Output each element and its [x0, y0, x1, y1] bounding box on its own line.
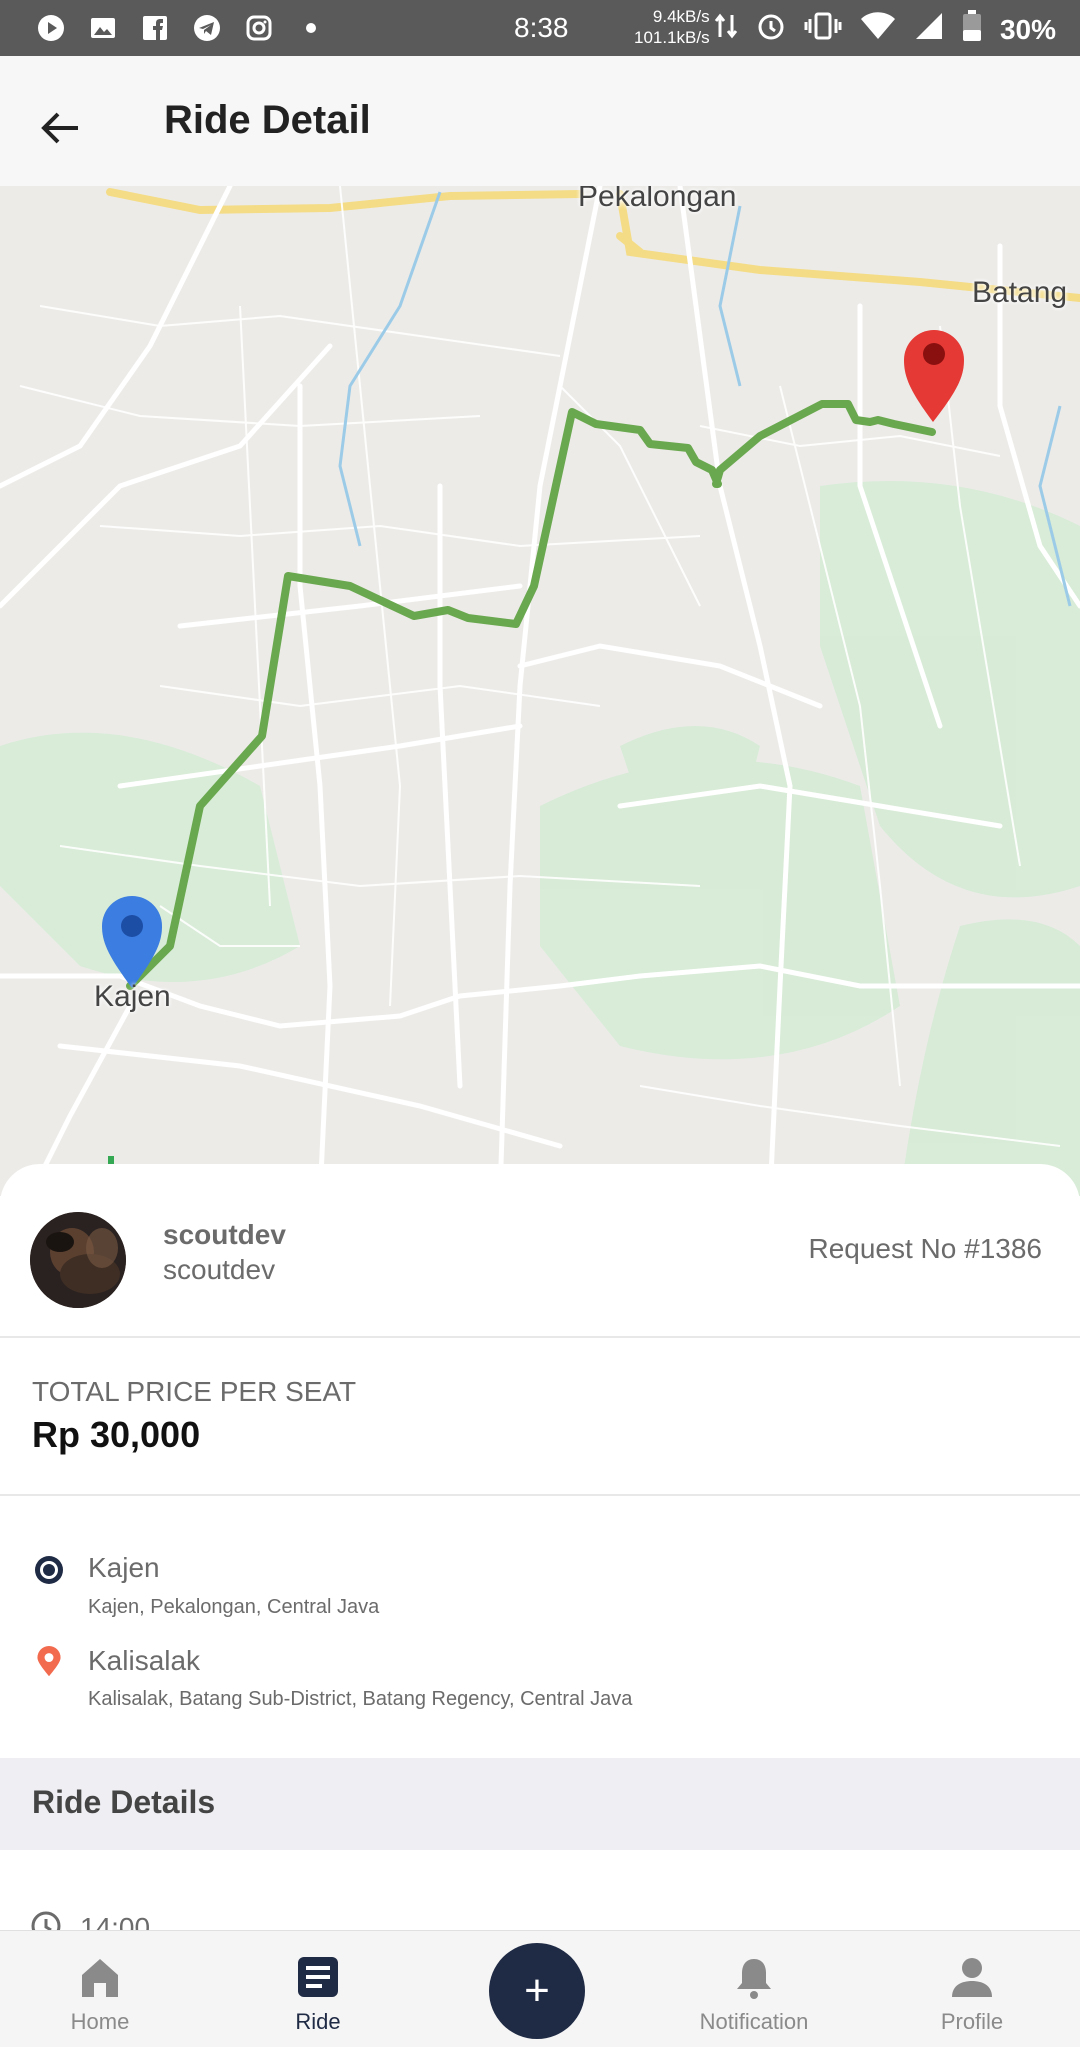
clock-time: 8:38: [514, 12, 569, 43]
avatar[interactable]: [30, 1212, 126, 1308]
driver-row: scoutdev scoutdev Request No #1386: [0, 1164, 1080, 1338]
net-up: 9.4kB/s: [652, 7, 710, 26]
battery-icon: [962, 10, 982, 49]
driver-username: scoutdev: [163, 1254, 276, 1285]
request-number: Request No #1386: [808, 1233, 1042, 1264]
nav-ride[interactable]: Ride: [278, 1931, 358, 2047]
nav-label: Profile: [940, 2009, 1004, 2034]
alarm-icon: [756, 11, 786, 48]
location-address: Kalisalak, Batang Sub-District, Batang R…: [88, 1688, 633, 1710]
map-label-pekalongan: Pekalongan: [578, 186, 737, 213]
image-icon: [88, 13, 118, 43]
location-name: Kalisalak: [88, 1645, 201, 1676]
home-icon: [76, 1953, 124, 2001]
vibrate-icon: [804, 11, 842, 48]
route-map[interactable]: Pekalongan Batang Kajen: [0, 186, 1080, 1196]
net-down: 101.1kB/s: [634, 28, 710, 47]
app-bar: Ride Detail: [0, 56, 1080, 186]
map-label-kajen: Kajen: [94, 980, 171, 1013]
status-system-icons: 30%: [714, 10, 1056, 49]
ride-detail-sheet: scoutdev scoutdev Request No #1386 TOTAL…: [0, 1164, 1080, 1964]
map-label-batang: Batang: [972, 276, 1068, 309]
location-address: Kajen, Pekalongan, Central Java: [88, 1596, 380, 1618]
arrow-left-icon: [41, 112, 78, 144]
wifi-icon: [860, 11, 896, 48]
status-bar: 8:38 9.4kB/s 101.1kB/s 30%: [0, 0, 1080, 56]
bell-icon: [730, 1953, 778, 2001]
nav-home[interactable]: Home: [60, 1931, 140, 2047]
status-notification-icons: [0, 13, 326, 43]
plus-icon: +: [524, 1966, 550, 2015]
battery-percent: 30%: [999, 13, 1056, 45]
telegram-icon: [192, 13, 222, 43]
driver-name: scoutdev: [163, 1219, 286, 1250]
avatar-photo: [30, 1212, 126, 1308]
nav-profile[interactable]: Profile: [922, 1931, 1022, 2047]
nav-label: Notification: [699, 2009, 809, 2034]
nav-notification[interactable]: Notification: [686, 1931, 822, 2047]
nav-label: Home: [70, 2009, 130, 2034]
destination-pin-small-icon: [37, 1646, 61, 1677]
price-label: TOTAL PRICE PER SEAT: [32, 1376, 357, 1407]
network-speed: 9.4kB/s 101.1kB/s: [634, 6, 710, 48]
dot-icon: [296, 13, 326, 43]
location-name: Kajen: [88, 1552, 160, 1583]
price-value: Rp 30,000: [32, 1414, 201, 1455]
section-title: Ride Details: [32, 1784, 216, 1820]
origin-dot-icon: [35, 1556, 63, 1584]
facebook-icon: [140, 13, 170, 43]
person-icon: [948, 1953, 996, 2001]
map-canvas: [0, 186, 1080, 1196]
page-title: Ride Detail: [164, 98, 371, 142]
data-transfer-icon: [714, 11, 738, 48]
add-ride-button[interactable]: +: [489, 1943, 585, 2039]
ride-icon: [294, 1953, 342, 2001]
play-icon: [36, 13, 66, 43]
signal-icon: [914, 11, 944, 48]
back-button[interactable]: [28, 96, 92, 160]
nav-label: Ride: [295, 2009, 341, 2034]
instagram-icon: [244, 13, 274, 43]
